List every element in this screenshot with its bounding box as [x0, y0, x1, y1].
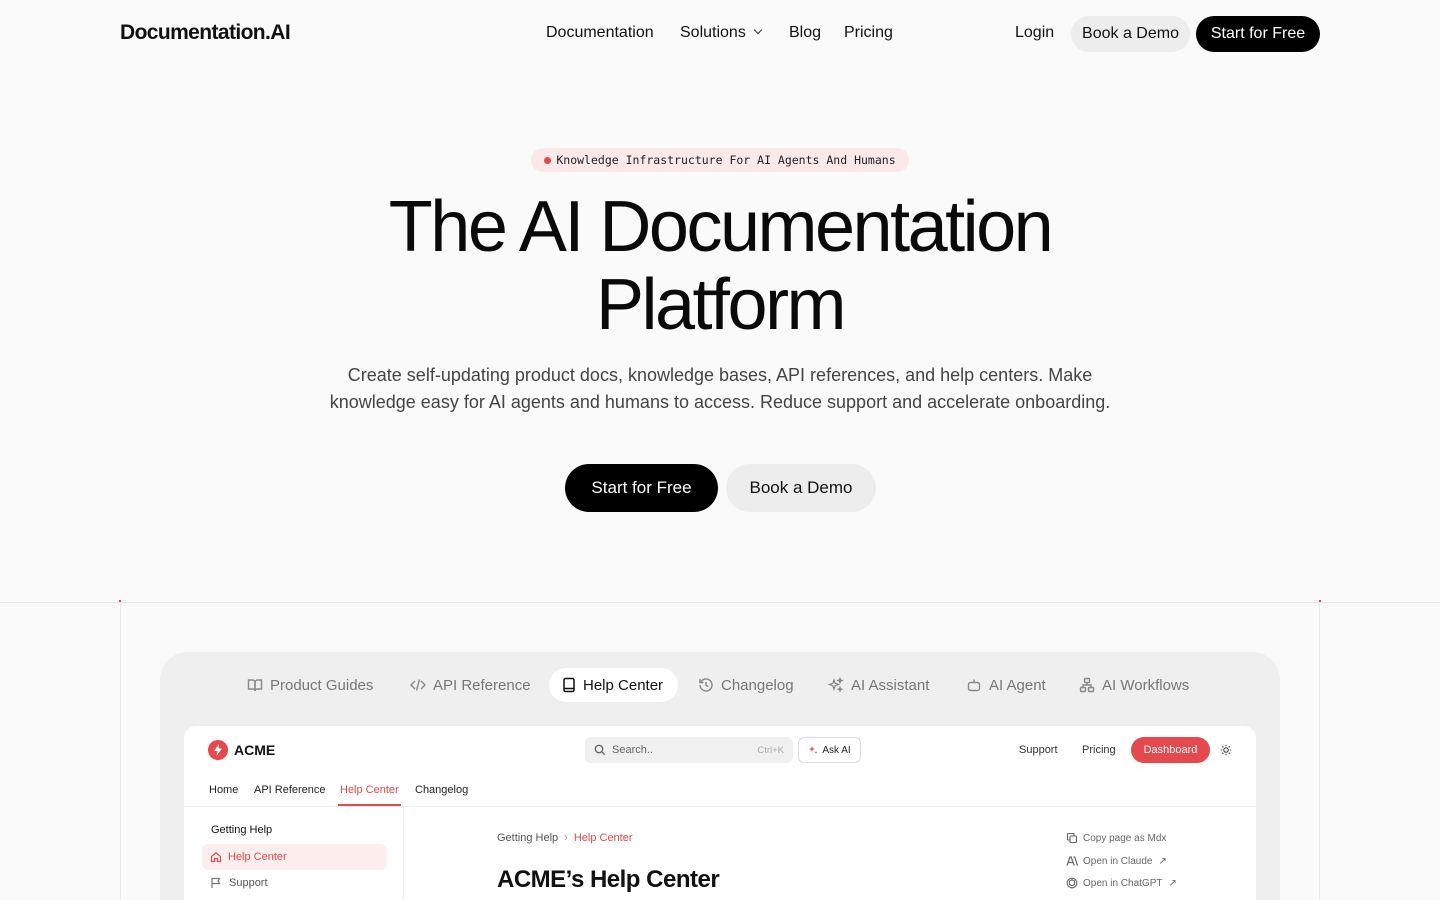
external-link-icon: ↗ [1158, 855, 1167, 867]
action-label: Open in Claude [1083, 855, 1153, 867]
copy-page-action[interactable]: Copy page as Mdx [1066, 832, 1166, 844]
tab-product-guides[interactable]: Product Guides [247, 668, 373, 702]
history-icon [699, 678, 713, 692]
nav-solutions[interactable]: Solutions [680, 24, 763, 42]
book-icon [563, 677, 575, 693]
frame-left-border [120, 602, 121, 900]
docs-search-input[interactable]: Search.. Ctrl+K [585, 737, 793, 763]
search-placeholder: Search.. [612, 744, 653, 756]
open-chatgpt-action[interactable]: Open in ChatGPT ↗ [1066, 877, 1177, 889]
sidebar-heading: Getting Help [211, 824, 273, 836]
section-divider [0, 602, 1440, 603]
home-icon [210, 852, 222, 863]
action-label: Copy page as Mdx [1083, 832, 1167, 844]
app-sidebar-divider [403, 807, 404, 900]
tab-label: API Reference [433, 676, 531, 694]
sidebar-item-label: Support [229, 877, 268, 889]
app-header-divider [184, 806, 1256, 807]
hero-book-demo-button[interactable]: Book a Demo [726, 464, 876, 512]
anthropic-icon [1066, 856, 1078, 866]
book-demo-button[interactable]: Book a Demo [1071, 16, 1190, 52]
hero-start-free-button[interactable]: Start for Free [565, 464, 718, 512]
tab-label: AI Agent [989, 676, 1046, 694]
tab-ai-workflows[interactable]: AI Workflows [1079, 668, 1189, 702]
search-icon [594, 744, 606, 756]
open-claude-action[interactable]: Open in Claude ↗ [1066, 855, 1167, 867]
hero-subtitle-line-2: knowledge easy for AI agents and humans … [329, 392, 1111, 412]
nav-blog[interactable]: Blog [789, 24, 821, 42]
acme-brand-label: ACME [234, 742, 276, 758]
code-icon [410, 679, 426, 691]
sparkles-icon [828, 677, 844, 693]
tab-label: AI Assistant [851, 676, 930, 694]
nav-pricing[interactable]: Pricing [844, 24, 893, 42]
tab-ai-agent[interactable]: AI Agent [966, 668, 1046, 702]
sparkles-icon [809, 746, 818, 754]
hero-subtitle-line-1: Create self-updating product docs, knowl… [347, 365, 1093, 385]
hero-badge: Knowledge Infrastructure For AI Agents A… [531, 148, 909, 172]
chevron-right-icon: › [564, 832, 568, 844]
subtab-help-center[interactable]: Help Center [340, 784, 399, 796]
ask-ai-label: Ask AI [822, 744, 851, 756]
start-free-button[interactable]: Start for Free [1196, 16, 1320, 52]
subtab-home[interactable]: Home [209, 784, 238, 796]
frame-right-border [1319, 602, 1320, 900]
openai-icon [1066, 877, 1078, 889]
nav-solutions-label: Solutions [680, 24, 746, 41]
breadcrumb-parent[interactable]: Getting Help [497, 832, 558, 844]
login-link[interactable]: Login [1015, 24, 1054, 42]
page-title: ACME’s Help Center [497, 866, 720, 893]
tab-api-reference[interactable]: API Reference [410, 668, 531, 702]
sidebar-item-help-center[interactable]: Help Center [202, 844, 387, 870]
sidebar-item-support[interactable]: Support [210, 877, 268, 889]
corner-mark [1319, 600, 1321, 602]
hero-title-line-2: Platform [595, 265, 847, 345]
tab-ai-assistant[interactable]: AI Assistant [828, 668, 929, 702]
tab-label: AI Workflows [1102, 676, 1190, 694]
hero-title: The AI Documentation Platform [240, 188, 1200, 344]
bot-icon [967, 679, 981, 692]
app-link-pricing[interactable]: Pricing [1082, 744, 1116, 756]
flag-icon [211, 877, 221, 888]
search-shortcut: Ctrl+K [757, 744, 784, 756]
acme-logo[interactable]: ACME [208, 740, 275, 760]
hero-title-line-1: The AI Documentation [388, 187, 1054, 267]
tab-label: Product Guides [270, 676, 374, 694]
breadcrumb: Getting Help › Help Center [497, 832, 633, 844]
site-logo[interactable]: Documentation.AI [120, 21, 291, 45]
sun-icon[interactable] [1220, 744, 1232, 756]
copy-icon [1066, 832, 1078, 844]
action-label: Open in ChatGPT [1083, 877, 1163, 889]
lightning-icon [208, 740, 228, 760]
tab-label: Changelog [721, 676, 794, 694]
external-link-icon: ↗ [1168, 877, 1177, 889]
hero-subtitle: Create self-updating product docs, knowl… [280, 362, 1160, 416]
subtab-api-reference[interactable]: API Reference [254, 784, 326, 796]
app-link-support[interactable]: Support [1019, 744, 1058, 756]
tab-changelog[interactable]: Changelog [698, 668, 794, 702]
corner-mark [119, 600, 121, 602]
nav-documentation[interactable]: Documentation [546, 24, 654, 42]
workflow-icon [1079, 677, 1095, 693]
dashboard-button[interactable]: Dashboard [1131, 737, 1210, 763]
ask-ai-button[interactable]: Ask AI [798, 737, 861, 763]
hero-badge-label: Knowledge Infrastructure For AI Agents A… [556, 153, 896, 167]
tab-label: Help Center [583, 676, 664, 694]
sidebar-item-label: Help Center [228, 851, 287, 863]
breadcrumb-current: Help Center [573, 832, 633, 844]
chevron-down-icon [753, 25, 763, 35]
subtab-changelog[interactable]: Changelog [415, 784, 468, 796]
book-open-icon [247, 679, 263, 692]
tab-help-center[interactable]: Help Center [549, 668, 678, 702]
red-dot-icon [544, 156, 552, 164]
